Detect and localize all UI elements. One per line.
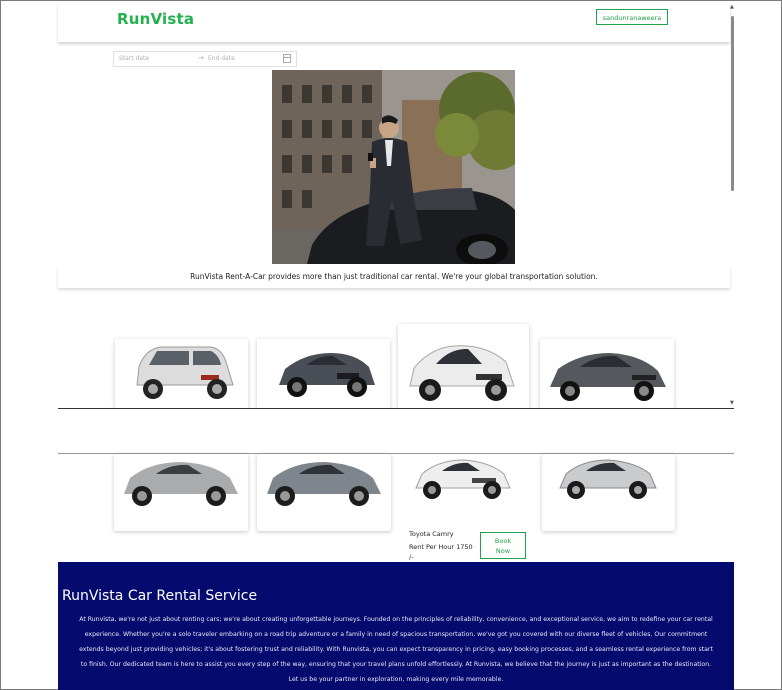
scroll-up-icon[interactable]: ▲ — [730, 4, 734, 10]
brand-logo[interactable]: RunVista — [117, 10, 194, 28]
user-account-button[interactable]: sandunranaweera — [596, 9, 668, 25]
start-date-input[interactable]: Start date — [119, 55, 149, 62]
vertical-scrollbar[interactable]: ▲ ▼ — [730, 4, 736, 408]
car-price: Rent Per Hour 1750 — [409, 543, 473, 551]
about-title: RunVista Car Rental Service — [62, 588, 258, 604]
car-price-suffix: /- — [409, 553, 414, 561]
about-line: to finish. Our dedicated team is here to… — [80, 661, 712, 668]
car-card[interactable] — [398, 324, 529, 409]
about-line: experience. Whether you're a solo travel… — [84, 631, 708, 638]
car-card[interactable] — [114, 454, 248, 531]
blank-gap — [58, 409, 734, 453]
car-card[interactable] — [542, 454, 675, 531]
car-name: Toyota Camry — [409, 530, 454, 538]
car-card[interactable] — [257, 454, 391, 531]
date-range-picker[interactable]: Start date → End date — [113, 51, 297, 67]
car-card[interactable] — [115, 339, 248, 409]
scrollbar-thumb[interactable] — [731, 16, 734, 191]
arrow-right-icon: → — [198, 54, 204, 62]
about-line: extends beyond just providing vehicles; … — [79, 646, 713, 653]
end-date-input[interactable]: End date — [208, 55, 235, 62]
scroll-down-icon[interactable]: ▼ — [730, 400, 734, 406]
car-card[interactable]: Toyota Camry Rent Per Hour 1750 /- Book … — [398, 454, 530, 562]
page: RunVista sandunranaweera Start date → En… — [58, 0, 734, 690]
book-now-button[interactable]: Book Now — [480, 532, 526, 559]
about-text: At Runvista, we're not just about rentin… — [58, 612, 734, 687]
calendar-icon[interactable] — [283, 54, 291, 63]
about-section: RunVista Car Rental Service At Runvista,… — [58, 562, 734, 690]
tagline-bar: RunVista Rent-A-Car provides more than j… — [58, 266, 730, 288]
car-card[interactable] — [257, 339, 390, 409]
about-line: Let us be your partner in exploration, m… — [288, 676, 504, 683]
top-navbar: RunVista sandunranaweera — [58, 4, 730, 42]
hero-tagline: RunVista Rent-A-Car provides more than j… — [190, 272, 598, 281]
hero-image — [272, 70, 515, 264]
car-card[interactable] — [540, 339, 674, 409]
about-line: At Runvista, we're not just about rentin… — [79, 616, 713, 623]
